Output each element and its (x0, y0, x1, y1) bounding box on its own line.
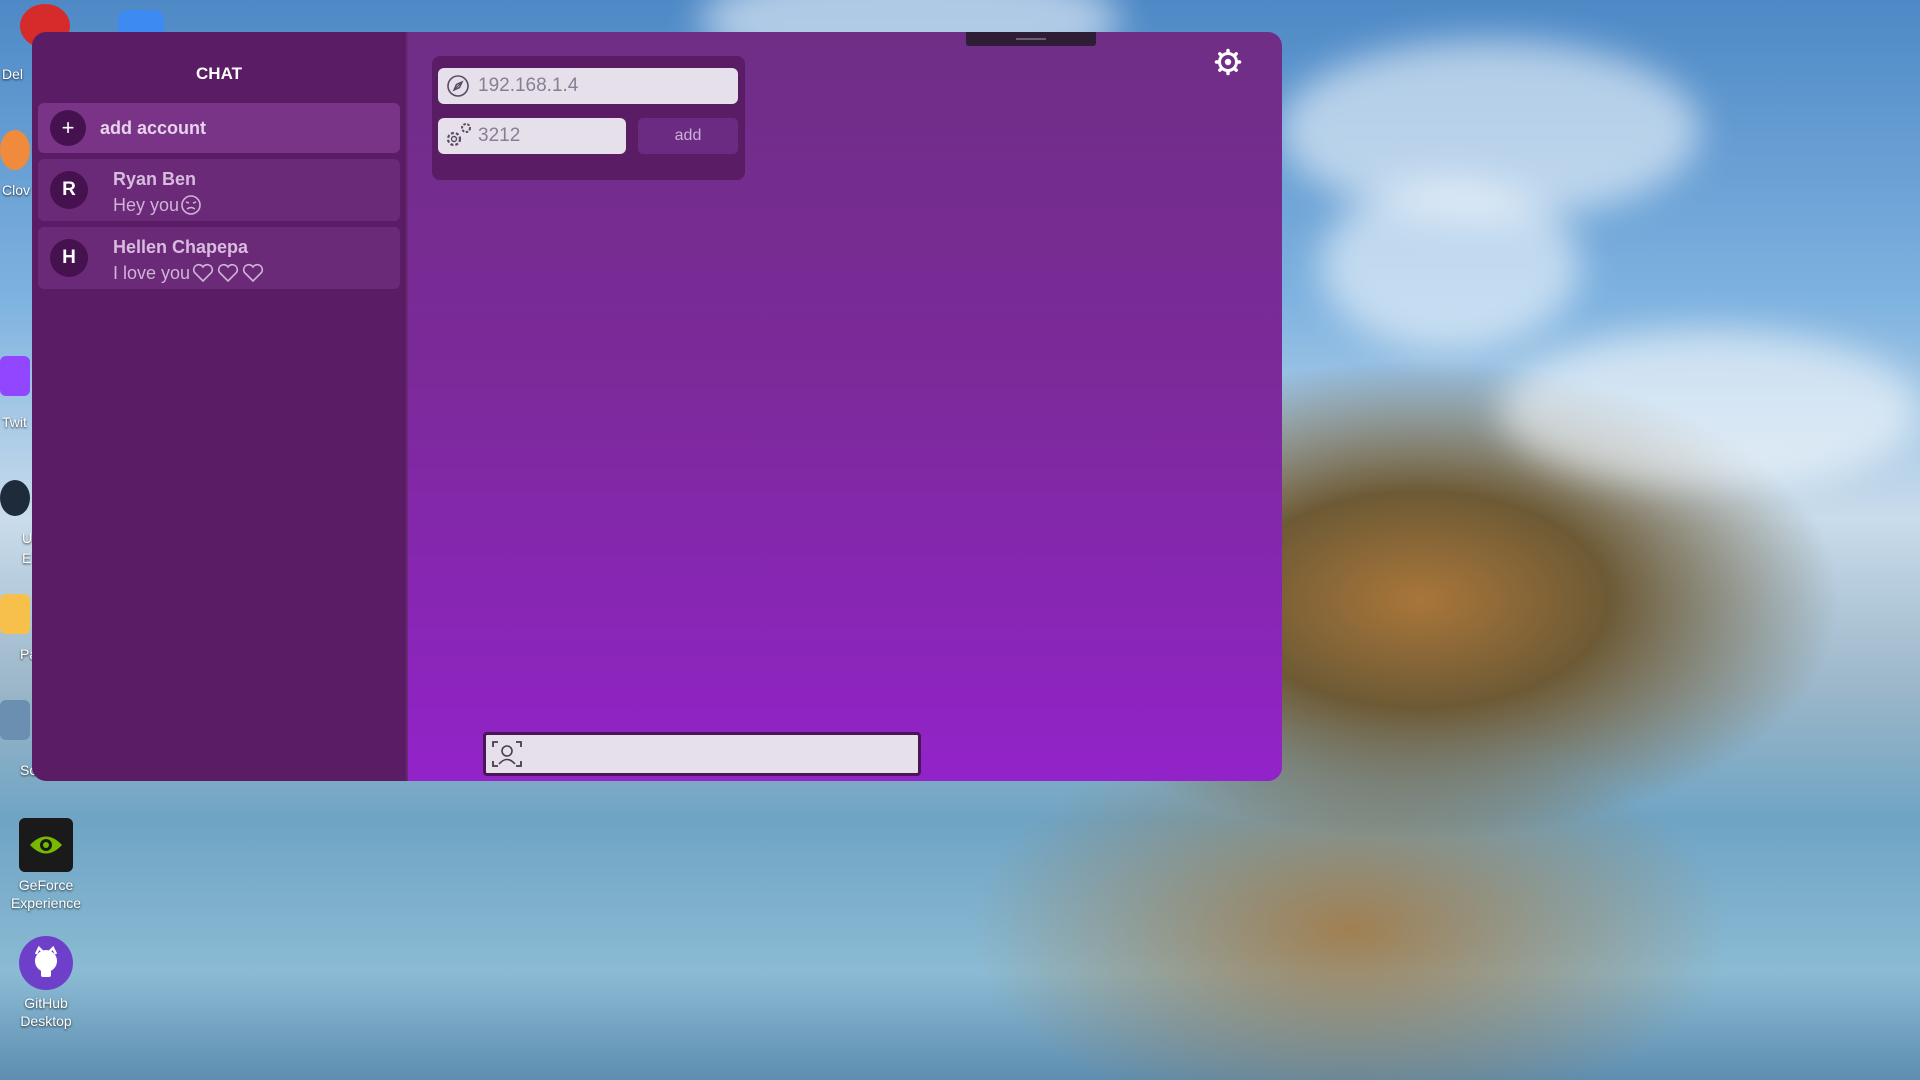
connection-panel: add (432, 56, 745, 180)
plus-icon: + (50, 110, 86, 146)
message-input[interactable] (528, 742, 918, 766)
heart-icon (217, 263, 239, 283)
heart-icon (192, 263, 214, 283)
contact-name: Ryan Ben (113, 169, 197, 189)
twitch-icon (0, 356, 30, 396)
avatar: H (50, 239, 88, 277)
add-account-label: add account (100, 117, 207, 138)
message-composer[interactable] (483, 732, 921, 776)
app-icon (0, 130, 30, 170)
desktop-icon-geforce[interactable]: GeForce Experience (8, 818, 84, 912)
message-text: I love you (113, 262, 191, 283)
settings-gear-icon[interactable] (1214, 48, 1242, 76)
app-icon (0, 594, 30, 634)
port-field[interactable] (438, 118, 626, 154)
desktop-icon-label: GitHub Desktop (20, 995, 72, 1029)
avatar: R (50, 171, 88, 209)
port-input[interactable] (478, 125, 626, 147)
face-scan-icon[interactable] (486, 738, 528, 770)
app-icon (0, 700, 30, 740)
ip-address-input[interactable] (478, 75, 738, 97)
contact-item-ryan-ben[interactable]: R Ryan Ben Hey you (38, 159, 400, 221)
chat-app-window: CHAT + add account R Ryan Ben Hey you H … (32, 32, 1282, 781)
sidebar: CHAT + add account R Ryan Ben Hey you H … (32, 32, 408, 781)
desktop-icon-github[interactable]: GitHub Desktop (8, 936, 84, 1030)
geforce-icon (19, 818, 73, 872)
gears-icon (438, 120, 478, 152)
add-button[interactable]: add (638, 118, 738, 154)
cloud (1320, 180, 1580, 350)
main-panel: add (408, 32, 1282, 781)
add-account-button[interactable]: + add account (38, 103, 400, 153)
desktop-icon-label: Del (2, 66, 24, 82)
desktop-icon-label: Twit (2, 414, 27, 430)
desktop-icon-label: GeForce Experience (10, 877, 82, 911)
heart-icon (242, 263, 264, 283)
contact-name: Hellen Chapepa (113, 237, 249, 257)
message-text: Hey you (113, 194, 180, 215)
ip-address-field[interactable] (438, 68, 738, 104)
contact-item-hellen-chapepa[interactable]: H Hellen Chapepa I love you (38, 227, 400, 289)
sidebar-title: CHAT (196, 64, 242, 83)
app-icon (0, 480, 30, 516)
github-icon (19, 936, 73, 990)
compass-icon (438, 74, 478, 98)
contact-last-message: Hey you (113, 194, 202, 216)
drag-handle[interactable] (966, 32, 1096, 46)
cloud (1500, 330, 1920, 490)
contact-last-message: I love you (113, 262, 265, 284)
desktop-icon-label: U E (22, 530, 33, 566)
desktop-icon-label: Clov (2, 182, 31, 198)
angry-face-icon (181, 195, 201, 215)
